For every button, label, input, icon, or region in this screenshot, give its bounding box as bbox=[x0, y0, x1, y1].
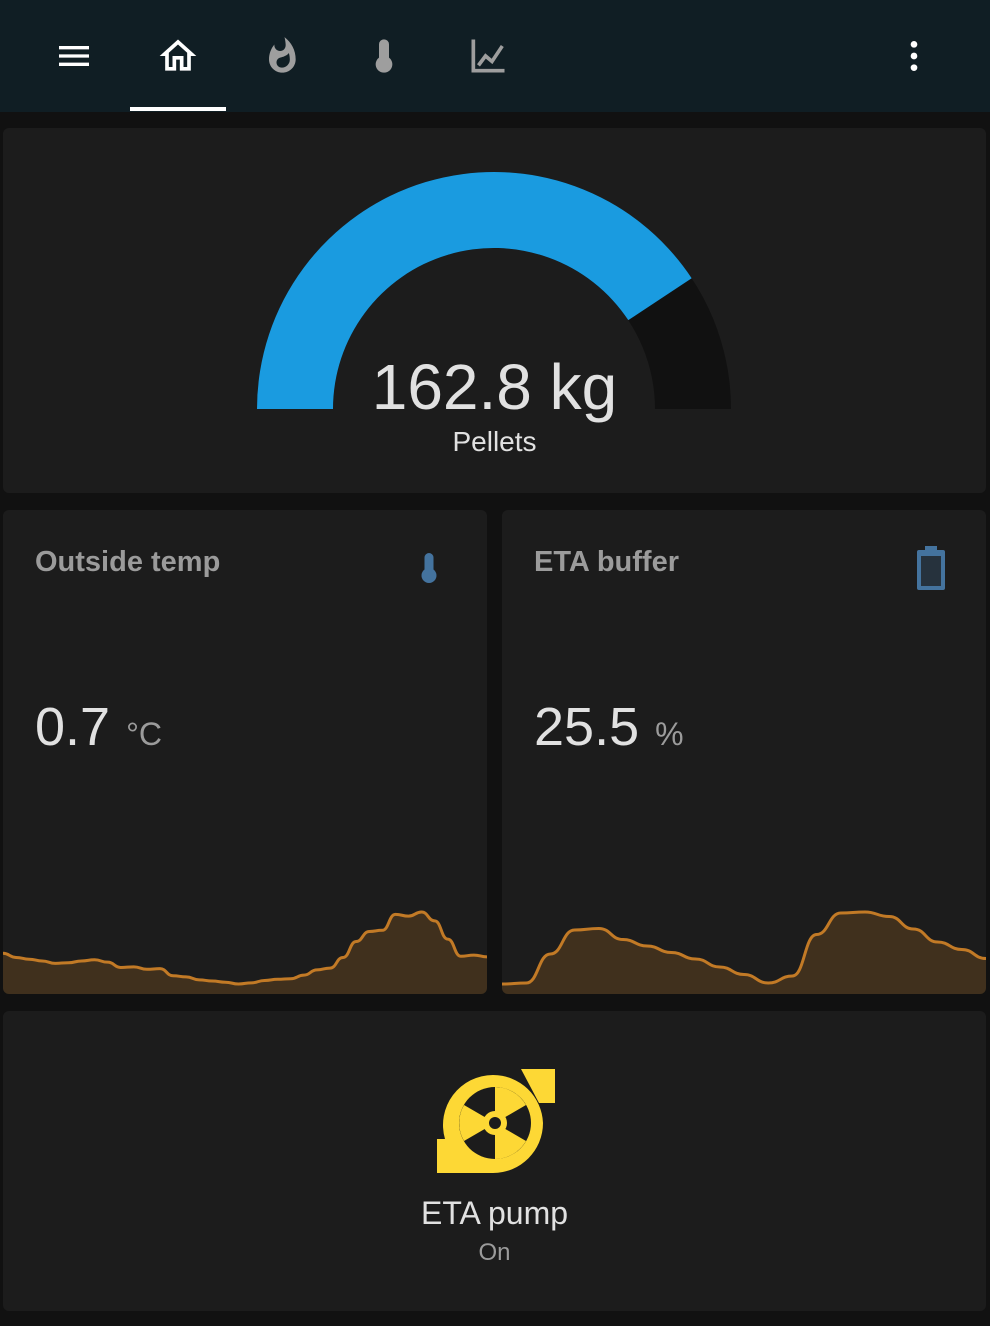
chart-line-icon bbox=[471, 39, 505, 73]
dots-vertical-icon bbox=[910, 41, 918, 71]
menu-button[interactable] bbox=[26, 0, 122, 112]
top-app-bar bbox=[0, 0, 990, 112]
tab-history[interactable] bbox=[440, 0, 536, 112]
sensor-unit: °C bbox=[126, 716, 162, 752]
pump-name: ETA pump bbox=[420, 1195, 569, 1231]
tab-temperature[interactable] bbox=[336, 0, 432, 112]
menu-icon bbox=[59, 46, 89, 66]
sparkline-eta-buffer bbox=[502, 910, 986, 994]
pump-icon bbox=[437, 1069, 555, 1173]
active-tab-indicator bbox=[130, 107, 226, 111]
thermometer-icon bbox=[421, 553, 437, 583]
sensor-reading: 25.5 % bbox=[534, 696, 684, 758]
sensor-card-eta-buffer[interactable]: ETA buffer 25.5 % bbox=[502, 510, 986, 994]
sensor-reading: 0.7 °C bbox=[35, 696, 162, 758]
sparkline-outside-temp bbox=[3, 910, 487, 994]
sensor-value: 25.5 bbox=[534, 697, 640, 757]
tab-heating[interactable] bbox=[234, 0, 330, 112]
sensor-name: Outside temp bbox=[35, 546, 221, 578]
home-icon bbox=[159, 39, 197, 71]
tab-home[interactable] bbox=[130, 0, 226, 112]
battery-icon bbox=[917, 546, 945, 590]
eta-pump-button-card[interactable]: ETA pump On bbox=[3, 1011, 986, 1311]
sensor-value: 0.7 bbox=[35, 697, 111, 757]
gauge-value: 162.8 kg bbox=[371, 351, 618, 423]
sensor-unit: % bbox=[655, 716, 684, 752]
sparkline-area bbox=[3, 912, 487, 994]
sensor-card-outside-temp[interactable]: Outside temp 0.7 °C bbox=[3, 510, 487, 994]
fire-icon bbox=[269, 37, 296, 73]
pump-state: On bbox=[478, 1239, 511, 1266]
gauge-label: Pellets bbox=[452, 426, 537, 457]
pellets-gauge-card[interactable]: 162.8 kg Pellets bbox=[3, 128, 986, 493]
overflow-menu-button[interactable] bbox=[866, 0, 962, 112]
sparkline-area bbox=[502, 912, 986, 994]
thermometer-icon bbox=[375, 39, 393, 73]
sensor-name: ETA buffer bbox=[534, 546, 679, 578]
